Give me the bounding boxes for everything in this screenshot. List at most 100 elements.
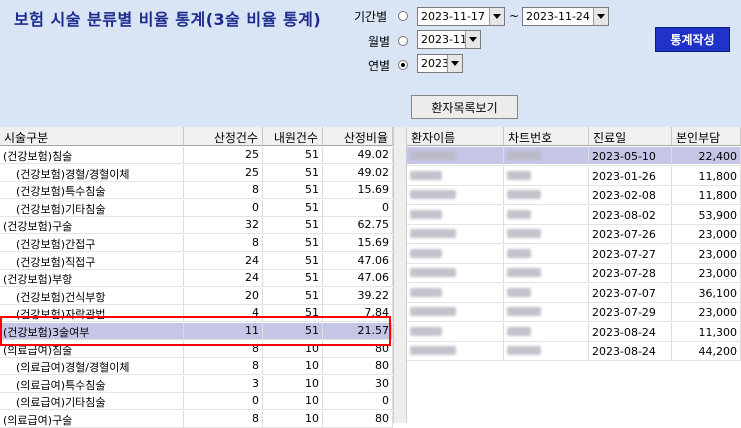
table-row[interactable]: (건강보험)3술여부 11 51 21.57 <box>0 323 393 340</box>
cell-ratio: 7.84 <box>323 305 393 323</box>
cell-count: 0 <box>184 393 263 411</box>
table-row[interactable]: (건강보험)침술 25 51 49.02 <box>0 147 393 164</box>
cell-count: 4 <box>184 305 263 323</box>
header-chart-number[interactable]: 차트번호 <box>504 127 589 146</box>
redacted-mask <box>507 346 541 355</box>
cell-ratio: 0 <box>323 393 393 411</box>
period-to-select[interactable]: 2023-11-24 <box>522 7 609 26</box>
list-item[interactable]: 2023-07-07 36,100 <box>407 283 741 303</box>
table-row[interactable]: (건강보험)특수침술 8 51 15.69 <box>0 182 393 200</box>
header-treatment-type[interactable]: 시술구분 <box>0 127 184 146</box>
redacted-mask <box>410 229 456 238</box>
table-row[interactable]: (의료급여)특수침술 3 10 30 <box>0 375 393 393</box>
header-visits[interactable]: 내원건수 <box>263 127 323 146</box>
cell-chart-number <box>504 244 589 264</box>
cell-count: 24 <box>184 252 263 270</box>
table-row[interactable]: (건강보험)건식부항 20 51 39.22 <box>0 287 393 305</box>
header-visit-date[interactable]: 진료일 <box>589 127 672 146</box>
table-row[interactable]: (의료급여)기타침술 0 10 0 <box>0 393 393 411</box>
chevron-down-icon[interactable] <box>489 8 504 25</box>
list-item[interactable]: 2023-08-02 53,900 <box>407 205 741 225</box>
list-item[interactable]: 2023-07-27 23,000 <box>407 244 741 264</box>
cell-count: 20 <box>184 287 263 305</box>
redacted-mask <box>507 170 531 180</box>
cell-copay: 23,000 <box>672 303 741 322</box>
period-from-select[interactable]: 2023-11-17 <box>417 7 505 26</box>
cell-visits: 51 <box>263 182 323 200</box>
list-item[interactable]: 2023-01-26 11,800 <box>407 166 741 186</box>
table-row[interactable]: (건강보험)자락관법 4 51 7.84 <box>0 305 393 323</box>
cell-ratio: 15.69 <box>323 235 393 252</box>
list-item[interactable]: 2023-07-29 23,000 <box>407 303 741 322</box>
header-count[interactable]: 산정건수 <box>184 127 263 146</box>
cell-copay: 36,100 <box>672 283 741 303</box>
cell-visit-date: 2023-07-07 <box>589 283 672 303</box>
redacted-mask <box>507 209 531 219</box>
cell-chart-number <box>504 205 589 225</box>
cell-count: 8 <box>184 182 263 200</box>
redacted-mask <box>507 190 541 199</box>
month-value: 2023-11 <box>421 33 467 46</box>
cell-chart-number <box>504 147 589 166</box>
table-row[interactable]: (의료급여)침술 8 10 80 <box>0 340 393 358</box>
year-radio[interactable] <box>398 60 408 70</box>
period-radio[interactable] <box>398 11 408 21</box>
stats-create-button[interactable]: 통계작성 <box>655 27 730 52</box>
year-select[interactable]: 2023 <box>417 54 463 73</box>
cell-patient-name <box>407 205 504 225</box>
table-row[interactable]: (건강보험)기타침술 0 51 0 <box>0 199 393 217</box>
cell-ratio: 80 <box>323 358 393 376</box>
list-item[interactable]: 2023-08-24 44,200 <box>407 342 741 361</box>
list-item[interactable]: 2023-07-28 23,000 <box>407 264 741 283</box>
cell-visits: 51 <box>263 199 323 217</box>
cell-treatment-type: (건강보험)특수침술 <box>0 182 184 200</box>
cell-visit-date: 2023-08-24 <box>589 322 672 342</box>
splitter[interactable] <box>393 127 407 423</box>
cell-treatment-type: (건강보험)간접구 <box>0 235 184 252</box>
list-item[interactable]: 2023-07-26 23,000 <box>407 225 741 244</box>
cell-copay: 44,200 <box>672 342 741 361</box>
chevron-down-icon[interactable] <box>465 31 480 48</box>
month-label: 월별 <box>368 35 391 49</box>
cell-visit-date: 2023-07-28 <box>589 264 672 283</box>
cell-chart-number <box>504 322 589 342</box>
table-row[interactable]: (건강보험)부항 24 51 47.06 <box>0 270 393 288</box>
cell-visits: 10 <box>263 358 323 376</box>
filter-panel: 보험 시술 분류별 비율 통계(3술 비율 통계) 기간별 2023-11-17… <box>0 0 741 127</box>
cell-treatment-type: (건강보험)침술 <box>0 147 184 164</box>
cell-count: 8 <box>184 340 263 358</box>
header-patient-name[interactable]: 환자이름 <box>407 127 504 146</box>
header-ratio[interactable]: 산정비율 <box>323 127 393 146</box>
redacted-mask <box>410 287 442 297</box>
table-row[interactable]: (건강보험)간접구 8 51 15.69 <box>0 235 393 252</box>
header-copay[interactable]: 본인부담 <box>672 127 741 146</box>
cell-patient-name <box>407 303 504 322</box>
month-select[interactable]: 2023-11 <box>417 30 481 49</box>
cell-patient-name <box>407 264 504 283</box>
cell-chart-number <box>504 225 589 244</box>
cell-count: 0 <box>184 199 263 217</box>
patient-list-button[interactable]: 환자목록보기 <box>411 95 518 119</box>
cell-ratio: 47.06 <box>323 270 393 288</box>
list-item[interactable]: 2023-05-10 22,400 <box>407 147 741 166</box>
redacted-mask <box>410 307 456 316</box>
chevron-down-icon[interactable] <box>593 8 608 25</box>
cell-visit-date: 2023-08-02 <box>589 205 672 225</box>
cell-visit-date: 2023-07-26 <box>589 225 672 244</box>
chevron-down-icon[interactable] <box>447 55 462 72</box>
cell-copay: 11,300 <box>672 322 741 342</box>
cell-treatment-type: (의료급여)침술 <box>0 340 184 358</box>
cell-treatment-type: (의료급여)구술 <box>0 411 184 428</box>
list-item[interactable]: 2023-02-08 11,800 <box>407 186 741 205</box>
table-row[interactable]: (의료급여)구술 8 10 80 <box>0 411 393 428</box>
table-row[interactable]: (건강보험)경혈/경혈이체 25 51 49.02 <box>0 164 393 182</box>
cell-copay: 23,000 <box>672 225 741 244</box>
table-row[interactable]: (건강보험)직접구 24 51 47.06 <box>0 252 393 270</box>
month-radio[interactable] <box>398 36 408 46</box>
table-row[interactable]: (건강보험)구술 32 51 62.75 <box>0 217 393 235</box>
table-row[interactable]: (의료급여)경혈/경혈이체 8 10 80 <box>0 358 393 376</box>
redacted-mask <box>507 151 541 160</box>
cell-visits: 10 <box>263 340 323 358</box>
cell-copay: 11,800 <box>672 166 741 186</box>
list-item[interactable]: 2023-08-24 11,300 <box>407 322 741 342</box>
